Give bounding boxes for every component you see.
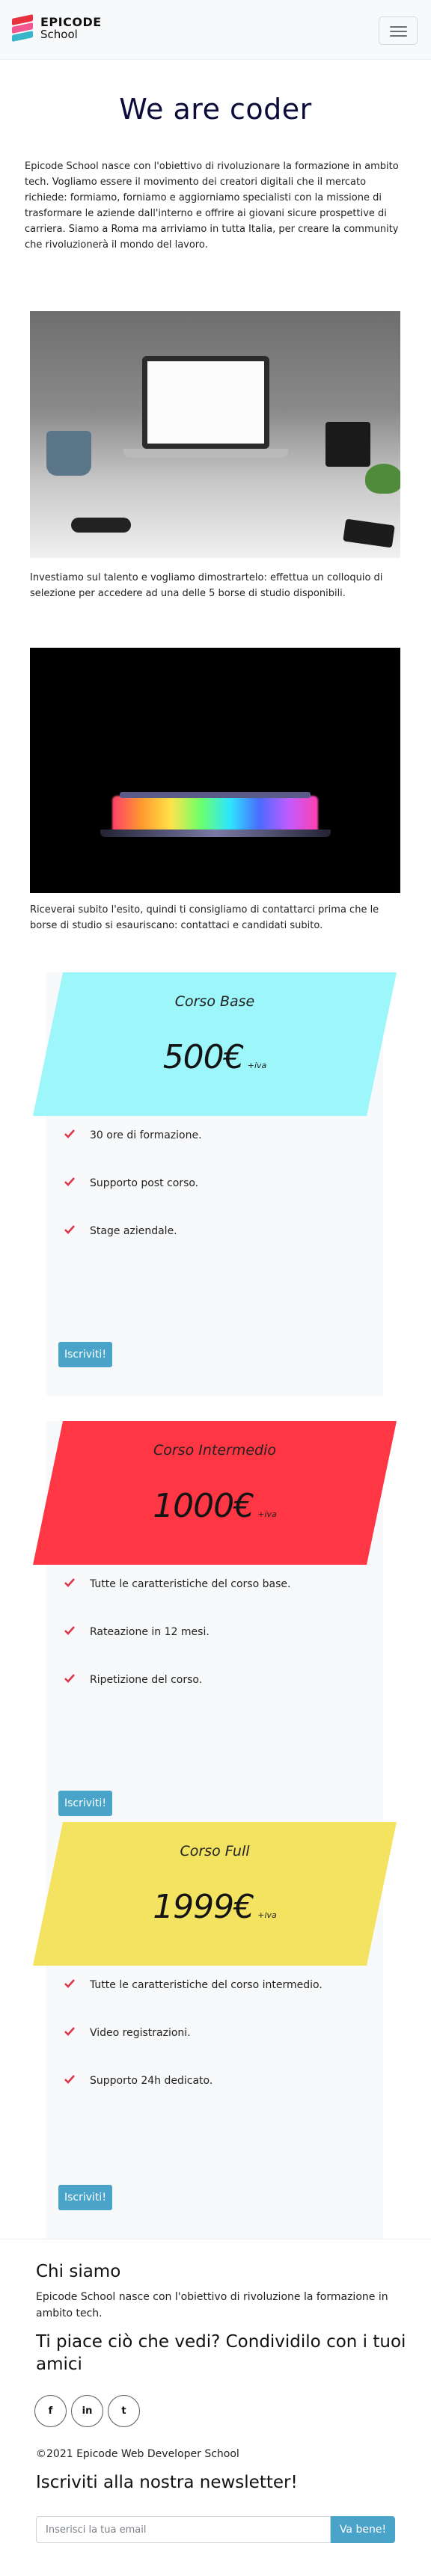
check-icon [64, 1979, 75, 1988]
check-icon [64, 1578, 75, 1587]
copyright-text: ©2021 Epicode Web Developer School [36, 2448, 239, 2460]
check-icon [64, 1626, 75, 1635]
price-amount: 1000€ [153, 1487, 254, 1525]
feature-item: Supporto 24h dedicato. [64, 2073, 323, 2121]
check-icon [64, 1177, 75, 1186]
linkedin-icon[interactable]: in [71, 2395, 103, 2427]
pricing-card-header: Corso Base 500€ +iva [33, 972, 397, 1116]
feature-text: Video registrazioni. [90, 2027, 191, 2039]
caption-contact: Riceverai subito l'esito, quindi ti cons… [30, 904, 379, 931]
enroll-button[interactable]: Iscriviti! [58, 1791, 112, 1816]
brand-name: EPICODE [40, 14, 102, 29]
feature-item: Video registrazioni. [64, 2025, 323, 2073]
feature-list: Tutte le caratteristiche del corso inter… [64, 1978, 323, 2121]
about-heading: Chi siamo [36, 2262, 121, 2281]
pricing-card-full: Corso Full 1999€ +iva Tutte le caratteri… [33, 1822, 397, 2239]
facebook-icon[interactable]: f [34, 2395, 67, 2427]
page-title: We are coder [119, 93, 312, 126]
feature-item: Supporto post corso. [64, 1176, 202, 1224]
feature-item: Tutte le caratteristiche del corso base. [64, 1577, 290, 1625]
feature-item: Rateazione in 12 mesi. [64, 1625, 290, 1672]
feature-list: 30 ore di formazione. Supporto post cors… [64, 1128, 202, 1272]
newsletter-email-input[interactable] [36, 2516, 331, 2543]
feature-list: Tutte le caratteristiche del corso base.… [64, 1577, 290, 1720]
feature-item: Ripetizione del corso. [64, 1672, 290, 1720]
plan-name: Corso Full [180, 1843, 250, 1859]
feature-item: 30 ore di formazione. [64, 1128, 202, 1176]
feature-text: Rateazione in 12 mesi. [90, 1626, 210, 1638]
plan-price: 1999€ +iva [33, 1888, 397, 1926]
intro-paragraph: Epicode School nasce con l'obiettivo di … [25, 161, 399, 251]
hamburger-icon [390, 26, 407, 28]
plan-name: Corso Intermedio [153, 1442, 277, 1459]
enroll-button[interactable]: Iscriviti! [58, 2185, 112, 2210]
social-links: f in t [34, 2395, 140, 2427]
epicode-logo-icon [12, 14, 34, 42]
footer: Chi siamo Epicode School nasce con l'obi… [0, 2239, 431, 2576]
check-icon [64, 1129, 75, 1138]
feature-text: Supporto post corso. [90, 1177, 199, 1189]
pricing-card-header: Corso Full 1999€ +iva [33, 1822, 397, 1966]
newsletter-form: Va bene! [36, 2516, 395, 2543]
neon-laptop-image [30, 648, 400, 893]
share-heading: Ti piace ciò che vedi? Condividilo con i… [36, 2332, 406, 2374]
newsletter-heading: Iscriviti alla nostra newsletter! [36, 2473, 298, 2492]
navbar: EPICODE School [0, 0, 431, 60]
pricing-card-header: Corso Intermedio 1000€ +iva [33, 1421, 397, 1565]
enroll-button[interactable]: Iscriviti! [58, 1342, 112, 1367]
feature-text: Supporto 24h dedicato. [90, 2075, 213, 2087]
plan-name: Corso Base [174, 993, 255, 1010]
brand-subname: School [40, 27, 78, 41]
check-icon [64, 2027, 75, 2036]
price-amount: 1999€ [153, 1888, 254, 1926]
price-tax: +iva [257, 1910, 277, 1920]
feature-text: Ripetizione del corso. [90, 1674, 203, 1686]
plan-price: 500€ +iva [33, 1038, 397, 1076]
laptop-workspace-image [30, 311, 400, 558]
price-tax: +iva [257, 1509, 277, 1519]
feature-text: 30 ore di formazione. [90, 1129, 202, 1141]
brand-text: EPICODE School [40, 16, 102, 41]
feature-text: Stage aziendale. [90, 1225, 177, 1237]
twitter-icon[interactable]: t [108, 2395, 140, 2427]
check-icon [64, 1674, 75, 1683]
navbar-toggler-button[interactable] [379, 16, 418, 45]
check-icon [64, 1225, 75, 1234]
feature-text: Tutte le caratteristiche del corso inter… [90, 1979, 323, 1991]
feature-text: Tutte le caratteristiche del corso base. [90, 1578, 291, 1590]
check-icon [64, 2075, 75, 2084]
feature-item: Stage aziendale. [64, 1224, 202, 1272]
price-amount: 500€ [162, 1038, 245, 1076]
price-tax: +iva [247, 1061, 267, 1070]
plan-price: 1000€ +iva [33, 1487, 397, 1525]
pricing-card-base: Corso Base 500€ +iva 30 ore di formazion… [33, 972, 397, 1396]
pricing-card-intermedio: Corso Intermedio 1000€ +iva Tutte le car… [33, 1421, 397, 1844]
brand-link[interactable]: EPICODE School [12, 14, 102, 42]
caption-scholarships: Investiamo sul talento e vogliamo dimost… [30, 572, 383, 599]
feature-item: Tutte le caratteristiche del corso inter… [64, 1978, 323, 2025]
about-text: Epicode School nasce con l'obiettivo di … [36, 2291, 388, 2319]
newsletter-submit-button[interactable]: Va bene! [331, 2516, 395, 2543]
